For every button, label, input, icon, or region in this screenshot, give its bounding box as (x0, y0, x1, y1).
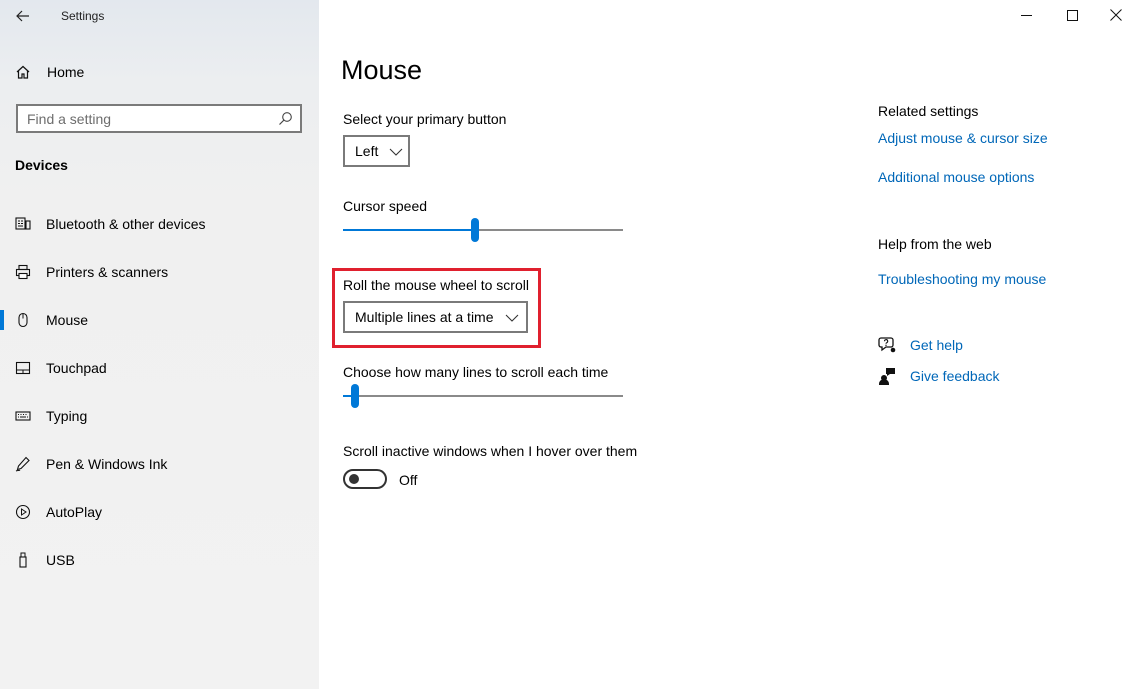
pen-icon (15, 456, 30, 472)
primary-button-label: Select your primary button (343, 111, 507, 127)
scroll-mode-label: Roll the mouse wheel to scroll (343, 277, 529, 293)
sidebar-item-label: AutoPlay (46, 504, 103, 520)
toggle-knob (349, 474, 359, 484)
usb-icon (19, 552, 27, 568)
slider-thumb[interactable] (471, 218, 479, 242)
primary-button-dropdown[interactable]: Left (343, 135, 410, 167)
sidebar-item-touchpad[interactable]: Touchpad (0, 348, 319, 388)
minimize-icon (1020, 14, 1032, 16)
maximize-button[interactable] (1049, 0, 1095, 30)
home-icon (16, 65, 30, 79)
inactive-scroll-label: Scroll inactive windows when I hover ove… (343, 443, 638, 459)
mouse-icon (18, 312, 28, 328)
link-troubleshooting-mouse[interactable]: Troubleshooting my mouse (878, 271, 1046, 287)
get-help-link[interactable]: Get help (878, 335, 978, 355)
section-title: Devices (15, 157, 68, 173)
sidebar-home[interactable]: Home (0, 56, 319, 88)
scroll-mode-dropdown[interactable]: Multiple lines at a time (343, 301, 528, 333)
sidebar-item-bluetooth[interactable]: Bluetooth & other devices (0, 204, 319, 244)
sidebar-item-printers[interactable]: Printers & scanners (0, 252, 319, 292)
sidebar-item-label: Bluetooth & other devices (46, 216, 206, 232)
sidebar-item-typing[interactable]: Typing (0, 396, 319, 436)
sidebar-item-usb[interactable]: USB (0, 540, 319, 580)
sidebar: Settings Home Devices Bluetooth & other … (0, 0, 319, 689)
bluetooth-devices-icon (15, 217, 31, 230)
app-title: Settings (61, 9, 105, 23)
selection-indicator (0, 310, 4, 330)
related-settings-title: Related settings (878, 103, 979, 119)
sidebar-item-autoplay[interactable]: AutoPlay (0, 492, 319, 532)
back-arrow-icon (16, 10, 29, 22)
cursor-speed-slider[interactable] (343, 218, 623, 242)
chevron-down-icon (389, 148, 403, 156)
back-button[interactable] (10, 4, 36, 28)
slider-thumb[interactable] (351, 384, 359, 408)
toggle-state-text: Off (399, 472, 418, 488)
slider-fill (343, 229, 475, 231)
maximize-icon (1066, 9, 1078, 21)
sidebar-item-label: Typing (46, 408, 88, 424)
get-help-label: Get help (910, 337, 963, 353)
sidebar-item-label: Printers & scanners (46, 264, 169, 280)
inactive-scroll-toggle[interactable] (343, 469, 387, 489)
search-input[interactable] (18, 106, 258, 131)
slider-track (343, 395, 623, 397)
help-from-web-title: Help from the web (878, 236, 992, 252)
touchpad-icon (15, 361, 31, 375)
sidebar-item-label: USB (46, 552, 75, 568)
sidebar-item-label: Touchpad (46, 360, 107, 376)
search-box[interactable] (16, 104, 302, 133)
scroll-lines-label: Choose how many lines to scroll each tim… (343, 364, 609, 380)
printer-icon (15, 264, 31, 280)
chat-help-icon (878, 337, 896, 353)
minimize-button[interactable] (1003, 0, 1049, 30)
autoplay-icon (15, 504, 31, 520)
search-icon[interactable] (278, 111, 293, 126)
feedback-icon (879, 368, 895, 385)
scroll-lines-slider[interactable] (343, 384, 623, 408)
sidebar-item-mouse[interactable]: Mouse (0, 300, 319, 340)
give-feedback-label: Give feedback (910, 368, 1000, 384)
sidebar-home-label: Home (47, 64, 85, 80)
close-button[interactable] (1093, 0, 1139, 30)
page-title: Mouse (341, 55, 423, 85)
scroll-mode-value: Multiple lines at a time (355, 309, 494, 325)
give-feedback-link[interactable]: Give feedback (878, 366, 1008, 386)
sidebar-item-label: Mouse (46, 312, 89, 328)
cursor-speed-label: Cursor speed (343, 198, 428, 214)
close-icon (1110, 9, 1122, 21)
keyboard-icon (15, 411, 31, 421)
sidebar-item-pen[interactable]: Pen & Windows Ink (0, 444, 319, 484)
sidebar-item-label: Pen & Windows Ink (46, 456, 168, 472)
chevron-down-icon (505, 314, 519, 322)
link-additional-mouse-options[interactable]: Additional mouse options (878, 169, 1034, 185)
primary-button-value: Left (355, 143, 379, 159)
link-adjust-cursor-size[interactable]: Adjust mouse & cursor size (878, 130, 1048, 146)
